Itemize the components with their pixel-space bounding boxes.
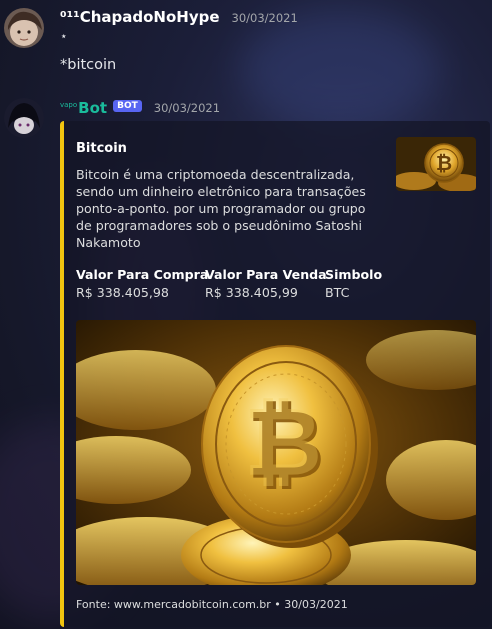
field-value: R$ 338.405,98 bbox=[76, 285, 169, 300]
bot-username[interactable]: Bot bbox=[78, 99, 107, 117]
svg-text:₿: ₿ bbox=[244, 386, 322, 498]
bot-badge: BOT bbox=[113, 100, 142, 112]
field-value: R$ 338.405,99 bbox=[205, 285, 298, 300]
username[interactable]: ⁰¹¹ChapadoNoHype bbox=[60, 8, 220, 26]
message-line: ⋆ bbox=[60, 29, 68, 43]
field-simbolo: Simbolo BTC bbox=[325, 267, 382, 300]
field-name: Valor Para Compra bbox=[76, 267, 209, 282]
message-line: *bitcoin bbox=[60, 57, 117, 73]
embed-description: Bitcoin é uma criptomoeda descentralizad… bbox=[76, 167, 366, 250]
embed-card: Bitcoin Bitcoin é uma criptomoeda descen… bbox=[60, 121, 490, 627]
field-name: Valor Para Venda bbox=[205, 267, 327, 282]
bitcoin-thumbnail-image[interactable]: ₿ bbox=[396, 137, 476, 191]
bot-name-prefix: vapo bbox=[60, 101, 78, 109]
bot-avatar[interactable] bbox=[4, 98, 44, 138]
timestamp: 30/03/2021 bbox=[231, 11, 298, 25]
avatar[interactable] bbox=[4, 8, 44, 48]
field-venda: Valor Para Venda R$ 338.405,99 bbox=[205, 267, 327, 300]
embed-footer: Fonte: www.mercadobitcoin.com.br • 30/03… bbox=[76, 598, 348, 611]
field-compra: Valor Para Compra R$ 338.405,98 bbox=[76, 267, 208, 300]
field-value: BTC bbox=[325, 285, 350, 300]
field-name: Simbolo bbox=[325, 267, 383, 282]
bitcoin-coins-image[interactable]: ₿ ₿ bbox=[76, 320, 476, 585]
svg-text:₿: ₿ bbox=[436, 151, 452, 175]
embed-title: Bitcoin bbox=[76, 141, 127, 156]
timestamp: 30/03/2021 bbox=[153, 101, 221, 115]
